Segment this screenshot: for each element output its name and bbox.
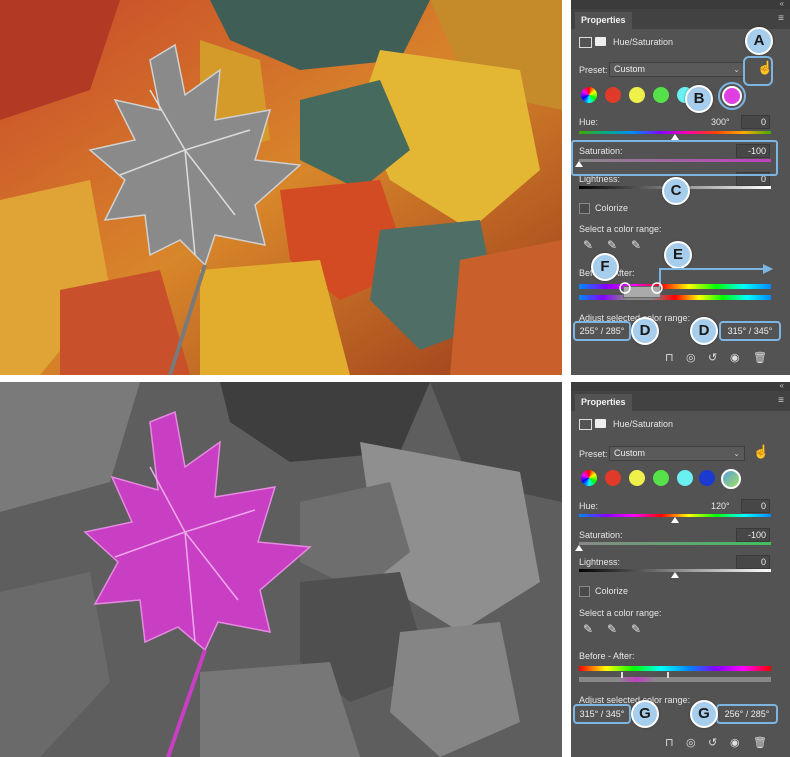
- magenta-leaf-photo: [0, 382, 562, 757]
- callout-g2: G: [690, 700, 718, 728]
- lightness-label: Lightness:: [579, 557, 621, 567]
- preset-value: Custom: [614, 448, 646, 458]
- callout-d2: D: [690, 317, 718, 345]
- lightness-slider-thumb[interactable]: [671, 572, 679, 578]
- reset-icon[interactable]: ↺: [708, 351, 717, 364]
- reds-swatch[interactable]: [605, 470, 621, 486]
- hue-slider-thumb[interactable]: [671, 517, 679, 523]
- highlight-magenta-swatch: [718, 82, 746, 110]
- tab-properties[interactable]: Properties: [575, 394, 632, 411]
- panel-menu-icon[interactable]: ≡: [778, 13, 784, 24]
- range-left-value: 255° / 285°: [573, 321, 631, 341]
- callout-g1: G: [631, 700, 659, 728]
- reds-swatch[interactable]: [605, 87, 621, 103]
- callout-a: A: [745, 27, 773, 55]
- visibility-eye-icon[interactable]: ◉: [730, 736, 740, 749]
- eyedropper-minus-icon[interactable]: ✎: [631, 238, 641, 252]
- adjustment-name: Hue/Saturation: [613, 37, 674, 47]
- greens-swatch[interactable]: [653, 87, 669, 103]
- view-previous-icon[interactable]: ◎: [686, 351, 696, 364]
- adjustment-name: Hue/Saturation: [613, 419, 674, 429]
- preset-select[interactable]: Custom ⌄: [609, 62, 745, 77]
- after-color-bar: [579, 677, 771, 682]
- mask-icon: [595, 37, 606, 46]
- eyedropper-plus-icon[interactable]: ✎: [607, 622, 617, 636]
- hue-label: Hue:: [579, 501, 599, 511]
- clip-to-layer-icon[interactable]: ⊓: [665, 351, 674, 364]
- custom-range-swatch[interactable]: [721, 469, 741, 489]
- yellows-swatch[interactable]: [629, 470, 645, 486]
- after-color-bar: [579, 295, 771, 300]
- collapse-icon[interactable]: «: [780, 0, 784, 8]
- chevron-down-icon: ⌄: [733, 449, 740, 458]
- preset-label: Preset:: [579, 449, 608, 459]
- colorize-checkbox[interactable]: [579, 203, 590, 214]
- highlight-saturation-row: [571, 140, 778, 176]
- arrow-annotation: [619, 264, 773, 294]
- saturation-field[interactable]: -100: [736, 528, 770, 542]
- range-left-value: 315° / 345°: [573, 704, 631, 724]
- panel-footer: ⊓ ◎ ↺ ◉ 🗑: [571, 349, 790, 369]
- clip-to-layer-icon[interactable]: ⊓: [665, 736, 674, 749]
- eyedropper-icon[interactable]: ✎: [583, 238, 593, 252]
- panel-tab-bar: Properties ≡: [571, 9, 790, 29]
- eyedropper-plus-icon[interactable]: ✎: [607, 238, 617, 252]
- yellows-swatch[interactable]: [629, 87, 645, 103]
- master-swatch[interactable]: [581, 87, 597, 103]
- view-previous-icon[interactable]: ◎: [686, 736, 696, 749]
- before-after-label: Before - After:: [579, 651, 635, 661]
- preset-value: Custom: [614, 64, 646, 74]
- callout-d1: D: [631, 317, 659, 345]
- blues-swatch[interactable]: [699, 470, 715, 486]
- colorize-checkbox[interactable]: [579, 586, 590, 597]
- before-color-bar: [579, 666, 771, 671]
- adjustment-layer-icon: [579, 37, 592, 48]
- range-right-value: 256° / 285°: [716, 704, 778, 724]
- master-swatch[interactable]: [581, 470, 597, 486]
- callout-b: B: [685, 85, 713, 113]
- callout-c: C: [662, 177, 690, 205]
- colorize-label: Colorize: [595, 203, 629, 213]
- chevron-down-icon: ⌄: [733, 65, 740, 74]
- panel-tab-bar: Properties ≡: [571, 391, 790, 411]
- targeted-adjustment-hand-icon[interactable]: ☝: [753, 444, 769, 460]
- collapse-icon[interactable]: «: [780, 381, 784, 390]
- preset-select[interactable]: Custom ⌄: [609, 446, 745, 461]
- eyedropper-icon[interactable]: ✎: [583, 622, 593, 636]
- panel-title-bar: «: [571, 381, 790, 391]
- eyedropper-minus-icon[interactable]: ✎: [631, 622, 641, 636]
- panel-title-bar: «: [571, 0, 790, 9]
- highlight-hand-tool: [743, 56, 773, 86]
- select-range-label: Select a color range:: [579, 224, 662, 234]
- properties-panel-bottom: « Properties ≡ Hue/Saturation Preset: Cu…: [571, 381, 790, 757]
- greens-swatch[interactable]: [653, 470, 669, 486]
- saturation-slider-thumb[interactable]: [575, 545, 583, 551]
- hue-field[interactable]: 0: [741, 115, 770, 129]
- adjustment-layer-icon: [579, 419, 592, 430]
- preset-label: Preset:: [579, 65, 608, 75]
- trash-icon[interactable]: 🗑: [753, 736, 767, 749]
- reset-icon[interactable]: ↺: [708, 736, 717, 749]
- hue-value: 300°: [711, 117, 730, 127]
- range-slider-handles[interactable]: [621, 672, 669, 678]
- saturation-slider[interactable]: [579, 542, 771, 545]
- cyans-swatch[interactable]: [677, 470, 693, 486]
- trash-icon[interactable]: 🗑: [753, 351, 767, 364]
- autumn-leaves-photo: [0, 0, 562, 375]
- hue-field[interactable]: 0: [741, 499, 770, 513]
- range-right-value: 315° / 345°: [719, 321, 781, 341]
- hue-label: Hue:: [579, 117, 599, 127]
- colorize-label: Colorize: [595, 586, 629, 596]
- hue-value: 120°: [711, 501, 730, 511]
- panel-menu-icon[interactable]: ≡: [778, 395, 784, 406]
- visibility-eye-icon[interactable]: ◉: [730, 351, 740, 364]
- select-range-label: Select a color range:: [579, 608, 662, 618]
- panel-footer: ⊓ ◎ ↺ ◉ 🗑: [571, 734, 790, 754]
- mask-icon: [595, 419, 606, 428]
- saturation-label: Saturation:: [579, 530, 623, 540]
- lightness-field[interactable]: 0: [736, 555, 770, 569]
- tab-properties[interactable]: Properties: [575, 12, 632, 29]
